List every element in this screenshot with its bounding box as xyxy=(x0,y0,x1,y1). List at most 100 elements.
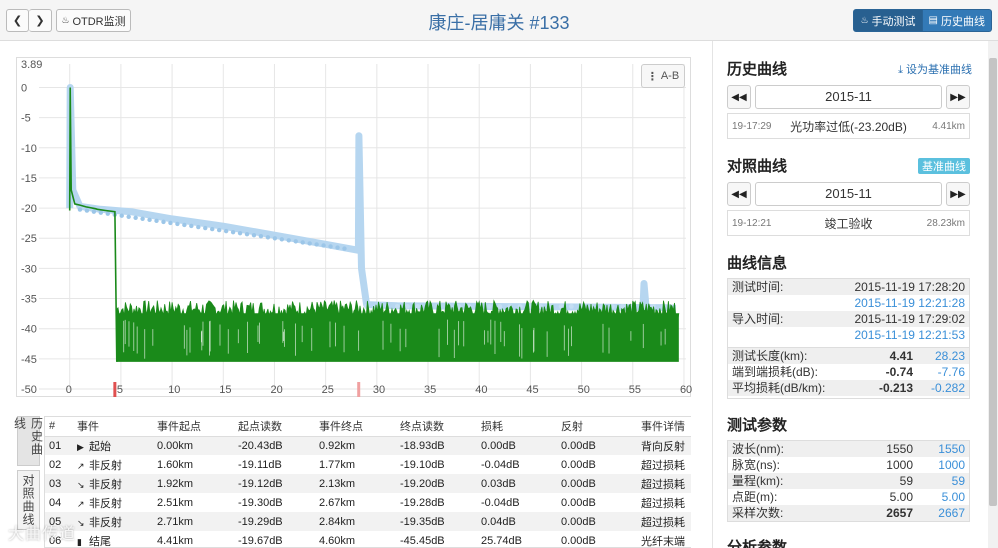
table-row[interactable]: 03 ↘ 非反射 1.92km -19.12dB 2.13km -19.20dB 0.03dB… xyxy=(45,474,691,493)
cell-loss: 0.03dB xyxy=(477,474,557,493)
param-value-b: 2667 xyxy=(938,506,965,520)
table-header-row: # 事件 事件起点 起点读数 事件终点 终点读数 损耗 反射 事件详情 xyxy=(45,417,691,437)
table-row[interactable]: 05 ↘ 非反射 2.71km -19.29dB 2.84km -19.35dB 0.04dB… xyxy=(45,512,691,531)
y-tick-label: 0 xyxy=(21,82,27,94)
reference-point xyxy=(119,213,124,218)
history-record-desc: 光功率过低(-23.20dB) xyxy=(790,119,907,134)
param-row: 采样次数: 2657 2667 xyxy=(728,505,969,521)
param-row: 量程(km): 59 59 xyxy=(728,473,969,489)
event-type-cell: ↘ 非反射 xyxy=(73,512,153,531)
info-value-a: 4.41 xyxy=(889,349,913,363)
col-header-start-read: 起点读数 xyxy=(234,417,315,437)
history-next-month-button[interactable]: ▶▶ xyxy=(946,85,970,109)
event-type-text: 非反射 xyxy=(89,478,122,491)
reference-point xyxy=(182,222,187,228)
info-label: 平均损耗(dB/km): xyxy=(732,381,826,395)
history-title: 历史曲线 xyxy=(727,61,788,78)
compare-prev-month-button[interactable]: ◀◀ xyxy=(727,182,751,206)
x-tick-label: 60. xyxy=(680,384,692,396)
table-row[interactable]: 02 ↗ 非反射 1.60km -19.11dB 1.77km -19.10dB -0.04d… xyxy=(45,455,691,474)
cell-end: 2.13km xyxy=(315,474,396,493)
history-curve-button[interactable]: ▤ 历史曲线 xyxy=(922,9,992,32)
info-value-b: -0.282 xyxy=(930,381,965,395)
history-month-pager: ◀◀ 2015-11 ▶▶ xyxy=(727,85,970,109)
reference-point xyxy=(293,239,298,244)
x-tick-label: 10 xyxy=(168,384,180,396)
cell-start-read: -19.30dB xyxy=(238,496,283,509)
param-label: 点距(m): xyxy=(732,490,778,504)
cell-no: 03 xyxy=(45,474,73,493)
x-tick-label: 15 xyxy=(219,384,231,396)
reference-point xyxy=(244,231,250,237)
param-label: 量程(km): xyxy=(732,474,784,488)
play-icon: ▶ xyxy=(77,441,84,452)
cell-start-read: -19.29dB xyxy=(234,512,315,531)
info-label: 端到端损耗(dB): xyxy=(732,365,819,379)
reference-point xyxy=(91,209,97,214)
param-row: 波长(nm): 1550 1550 xyxy=(728,441,969,457)
reference-point xyxy=(230,229,236,235)
reference-point xyxy=(196,224,201,230)
history-curve-label: 历史曲线 xyxy=(941,15,985,28)
otdr-chart[interactable]: 3.89 0 -5 -10 -15 -20 -25 -30 -35 -40 -45 -50 0 5 10 15… xyxy=(16,57,692,397)
table-row[interactable]: 01 ▶ 起始 0.00km -20.43dB 0.92km -18.93dB 0.00dB 0… xyxy=(45,436,691,455)
x-tick-label: 45 xyxy=(526,384,538,396)
event-type-text: 非反射 xyxy=(89,459,122,472)
reference-point xyxy=(147,217,152,223)
compare-month-value[interactable]: 2015-11 xyxy=(755,182,942,206)
reference-point xyxy=(497,303,503,309)
ab-button[interactable]: ⋮ A-B xyxy=(641,64,685,88)
reference-point xyxy=(328,244,333,249)
history-record-item[interactable]: 19-17:29 光功率过低(-23.20dB) 4.41km xyxy=(727,113,970,139)
cell-start: 1.60km xyxy=(157,458,194,471)
y-tick-label: -50 xyxy=(21,384,37,396)
top-toolbar: ❮ ❯ ♨ OTDR监测 康庄-居庸关 #133 ♨ 手动测试 ▤ 历史曲线 xyxy=(0,0,998,41)
compare-record-item[interactable]: 19-12:21 竣工验收 28.23km xyxy=(727,210,970,236)
series-current-line xyxy=(68,87,118,362)
col-header-end-read: 终点读数 xyxy=(396,417,477,437)
cell-loss: 25.74dB xyxy=(481,534,522,547)
y-tick-label: -10 xyxy=(21,143,37,155)
compare-title: 对照曲线 xyxy=(727,158,788,175)
base-curve-badge: 基准曲线 xyxy=(918,158,970,174)
history-month-value[interactable]: 2015-11 xyxy=(755,85,942,109)
x-tick-label: 40 xyxy=(475,384,487,396)
reference-point xyxy=(133,215,138,220)
import-time-b: 2015-11-19 12:21:53 xyxy=(854,328,965,342)
table-row[interactable]: 06 ▮ 结尾 4.41km -19.67dB 4.60km -45.45dB 25.74dB… xyxy=(45,531,691,548)
download-icon: ⤓ xyxy=(898,64,903,76)
param-value-a: 5.00 xyxy=(889,490,913,504)
table-row[interactable]: 04 ↗ 非反射 2.51km -19.30dB 2.67km -19.28dB -0.04d… xyxy=(45,493,691,512)
compare-next-month-button[interactable]: ▶▶ xyxy=(946,182,970,206)
cell-start: 0.00km xyxy=(153,436,234,455)
info-row: 端到端损耗(dB): -0.74 -7.76 xyxy=(728,364,969,380)
import-time-b-row: 2015-11-19 12:21:53 xyxy=(728,327,969,343)
cell-detail: 背向反射 xyxy=(637,436,691,455)
test-time-row: 测试时间: 2015-11-19 17:28:20 xyxy=(728,279,969,295)
tab-history-curve[interactable]: 历史曲线 xyxy=(13,416,44,466)
set-base-curve-link[interactable]: ⤓ 设为基准曲线 xyxy=(898,61,972,77)
reference-point xyxy=(300,240,305,245)
history-prev-month-button[interactable]: ◀◀ xyxy=(727,85,751,109)
reference-point xyxy=(223,228,229,234)
cell-start: 4.41km xyxy=(157,534,194,547)
scrollbar-thumb[interactable] xyxy=(989,58,997,506)
x-tick-label: 0 xyxy=(66,384,72,396)
x-tick-label: 35 xyxy=(424,384,436,396)
event-type-text: 非反射 xyxy=(89,516,122,529)
y-tick-label: -45 xyxy=(21,354,37,366)
reference-point xyxy=(307,241,312,246)
col-header-detail: 事件详情 xyxy=(637,417,691,437)
event-type-cell: ↗ 非反射 xyxy=(73,493,153,512)
cell-end-read: -19.10dB xyxy=(400,458,445,471)
test-params-title: 测试参数 xyxy=(727,417,788,434)
import-time-a: 2015-11-19 17:29:02 xyxy=(854,312,965,326)
compare-record-time: 19-12:21 xyxy=(732,217,772,229)
fall-icon: ↘ xyxy=(77,479,85,490)
manual-test-button[interactable]: ♨ 手动测试 xyxy=(853,9,923,32)
y-tick-label: -15 xyxy=(21,173,37,185)
cell-start-read: -19.11dB xyxy=(238,458,282,471)
param-value-a: 2657 xyxy=(886,506,913,520)
fire-icon: ♨ xyxy=(860,15,869,25)
y-tick-label: -35 xyxy=(21,294,37,306)
